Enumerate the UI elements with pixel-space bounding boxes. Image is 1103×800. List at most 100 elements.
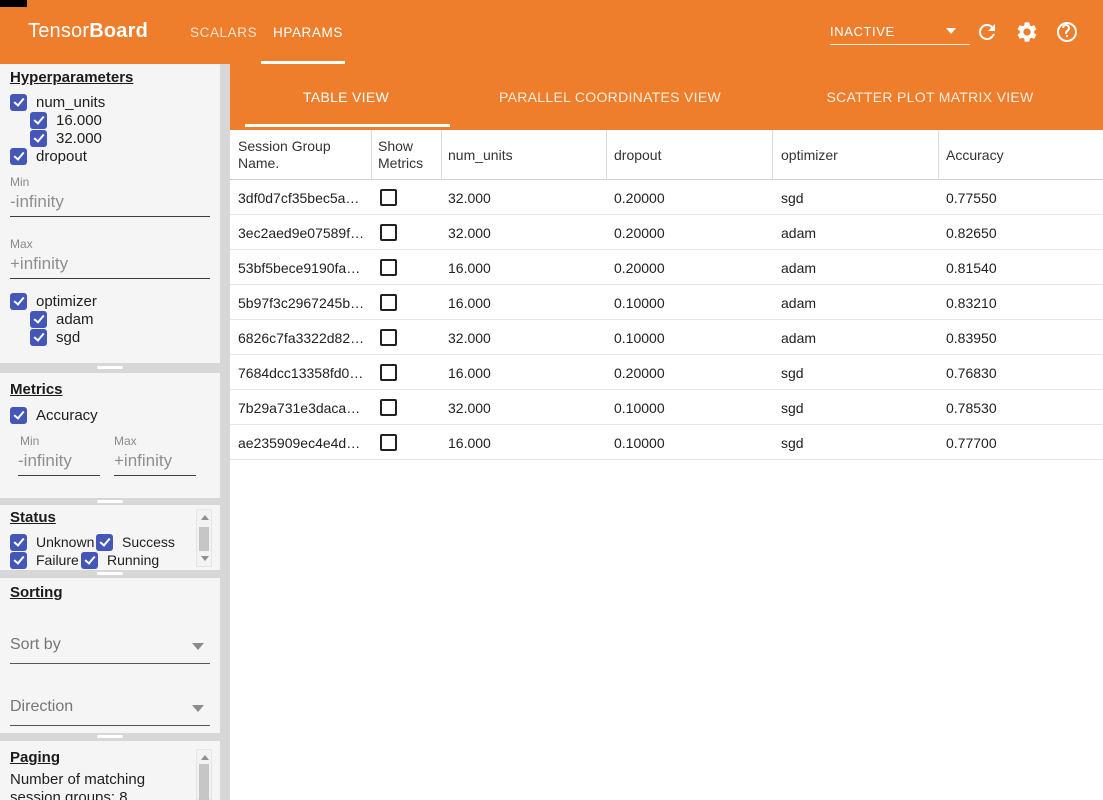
table-row: 5b97f3c2967245b… 16.000 0.10000 adam 0.8… (230, 285, 1103, 320)
show-metrics-checkbox[interactable] (380, 399, 397, 416)
status-success-checkbox[interactable] (96, 534, 113, 551)
dropout-value: 0.10000 (614, 285, 665, 320)
table-row: 6826c7fa3322d82… 32.000 0.10000 adam 0.8… (230, 320, 1103, 355)
dropout-value: 0.20000 (614, 215, 665, 250)
optimizer-value: adam (781, 285, 816, 320)
scrollbar-thumb[interactable] (199, 764, 209, 800)
tab-hparams[interactable]: HPARAMS (273, 25, 343, 40)
num-units-value: 16.000 (448, 425, 491, 460)
tab-scalars[interactable]: SCALARS (190, 25, 257, 40)
optimizer-value: adam (781, 320, 816, 355)
status-running-label: Running (107, 552, 159, 568)
status-success: Success (96, 533, 175, 551)
show-metrics-checkbox[interactable] (380, 294, 397, 311)
scroll-up-icon[interactable] (201, 755, 209, 760)
column-divider (606, 130, 607, 180)
dropout-checkbox[interactable] (10, 148, 27, 165)
num-units-value: 32.000 (448, 320, 491, 355)
status-heading: Status (10, 509, 56, 526)
col-dropout[interactable]: dropout (614, 130, 661, 180)
session-group-name: 3df0d7cf35bec5a… (238, 180, 370, 215)
hparam-optimizer-sgd: sgd (30, 328, 80, 346)
scroll-down-icon[interactable] (201, 556, 209, 561)
direction-select[interactable]: Direction (10, 698, 210, 728)
optimizer-sgd-checkbox[interactable] (30, 329, 47, 346)
show-metrics-checkbox[interactable] (380, 259, 397, 276)
num-units-32-checkbox[interactable] (30, 130, 47, 147)
run-status-select[interactable]: INACTIVE (830, 0, 970, 64)
table-row: 3df0d7cf35bec5a… 32.000 0.20000 sgd 0.77… (230, 180, 1103, 215)
dropout-max-input[interactable]: +infinity (10, 254, 68, 274)
tab-scatter-plot-matrix-view[interactable]: SCATTER PLOT MATRIX VIEW (826, 89, 1033, 105)
dropout-value: 0.10000 (614, 390, 665, 425)
show-metrics-checkbox[interactable] (380, 434, 397, 451)
table-row: 53bf5bece9190fa… 16.000 0.20000 adam 0.8… (230, 250, 1103, 285)
session-group-name: ae235909ec4e4d… (238, 425, 370, 460)
tab-table-view[interactable]: TABLE VIEW (303, 89, 389, 105)
col-session-group-name[interactable]: Session Group Name. (238, 130, 358, 180)
col-show-metrics[interactable]: Show Metrics (378, 130, 432, 180)
chevron-down-icon (192, 643, 204, 650)
dropout-min-label: Min (10, 175, 29, 189)
input-underline (10, 216, 210, 217)
status-failure-checkbox[interactable] (10, 552, 27, 569)
num-units-label: num_units (36, 94, 105, 111)
status-running-checkbox[interactable] (81, 552, 98, 569)
adam-label: adam (56, 311, 94, 328)
metrics-section: Metrics Accuracy Min -infinity Max +infi… (0, 373, 220, 498)
num-units-32-label: 32.000 (56, 130, 102, 147)
col-num-units[interactable]: num_units (448, 130, 513, 180)
help-icon[interactable] (1055, 20, 1079, 44)
optimizer-checkbox[interactable] (10, 293, 27, 310)
metrics-heading: Metrics (10, 381, 63, 398)
status-unknown-checkbox[interactable] (10, 534, 27, 551)
column-divider (441, 130, 442, 180)
session-group-name: 3ec2aed9e07589f… (238, 215, 370, 250)
settings-gear-icon[interactable] (1015, 20, 1039, 44)
input-underline (18, 475, 100, 476)
accuracy-value: 0.83210 (946, 285, 997, 320)
accuracy-value: 0.77700 (946, 425, 997, 460)
table-row: 7b29a731e3daca… 32.000 0.10000 sgd 0.785… (230, 390, 1103, 425)
app-title: TensorBoard (28, 20, 148, 43)
optimizer-adam-checkbox[interactable] (30, 311, 47, 328)
num-units-value: 16.000 (448, 355, 491, 390)
dropout-value: 0.20000 (614, 180, 665, 215)
show-metrics-checkbox[interactable] (380, 364, 397, 381)
num-units-value: 32.000 (448, 215, 491, 250)
show-metrics-checkbox[interactable] (380, 224, 397, 241)
app-bar: TensorBoard SCALARS HPARAMS INACTIVE (0, 0, 1103, 64)
metric-min-input[interactable]: -infinity (18, 451, 72, 471)
section-resize-handle[interactable] (97, 572, 123, 575)
section-resize-handle[interactable] (97, 500, 123, 503)
hparam-num-units-16: 16.000 (30, 111, 102, 129)
section-resize-handle[interactable] (97, 366, 123, 369)
accuracy-value: 0.78530 (946, 390, 997, 425)
tab-parallel-coordinates-view[interactable]: PARALLEL COORDINATES VIEW (499, 89, 721, 105)
dropout-max-label: Max (10, 237, 33, 251)
optimizer-value: sgd (781, 355, 804, 390)
dropout-label: dropout (36, 148, 87, 165)
accuracy-checkbox[interactable] (10, 407, 27, 424)
status-scrollbar[interactable] (196, 509, 212, 567)
chevron-down-icon (192, 705, 204, 712)
num-units-16-checkbox[interactable] (30, 112, 47, 129)
scroll-up-icon[interactable] (201, 515, 209, 520)
hparam-optimizer-adam: adam (30, 310, 94, 328)
column-divider (938, 130, 939, 180)
metric-max-input[interactable]: +infinity (114, 451, 172, 471)
refresh-icon[interactable] (975, 20, 999, 44)
sort-by-select[interactable]: Sort by (10, 636, 210, 666)
show-metrics-checkbox[interactable] (380, 329, 397, 346)
col-optimizer[interactable]: optimizer (781, 130, 838, 180)
col-accuracy[interactable]: Accuracy (946, 130, 1004, 180)
section-resize-handle[interactable] (97, 735, 123, 738)
dropout-min-input[interactable]: -infinity (10, 192, 64, 212)
direction-placeholder: Direction (10, 698, 73, 716)
scrollbar-thumb[interactable] (199, 527, 209, 551)
num-units-16-label: 16.000 (56, 112, 102, 129)
show-metrics-checkbox[interactable] (380, 189, 397, 206)
hparam-num-units: num_units (10, 93, 105, 111)
num-units-checkbox[interactable] (10, 94, 27, 111)
paging-scrollbar[interactable] (196, 749, 212, 800)
